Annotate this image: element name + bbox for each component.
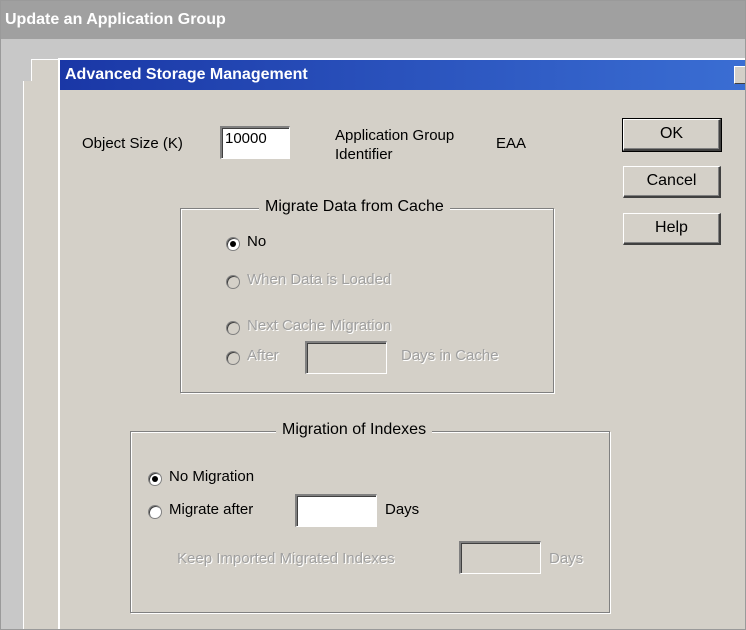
- app-group-identifier-label-line2: Identifier: [335, 146, 393, 163]
- radio-selected-dot: [152, 476, 158, 482]
- cancel-button[interactable]: Cancel: [623, 166, 721, 198]
- migration-indexes-title: Migration of Indexes: [276, 421, 433, 439]
- app-group-identifier-value: EAA: [496, 135, 527, 152]
- close-icon[interactable]: [734, 66, 745, 84]
- cache-when-loaded-label: When Data is Loaded: [247, 271, 392, 288]
- dialog-title-bar: Advanced Storage Management: [60, 60, 745, 90]
- advanced-storage-dialog: Advanced Storage Management Object Size …: [58, 58, 745, 629]
- migration-indexes-group: Migration of Indexes No Migration Migrat…: [130, 421, 610, 613]
- migrate-days-suffix: Days: [385, 501, 420, 518]
- keep-imported-label: Keep Imported Migrated Indexes: [177, 550, 395, 567]
- no-migration-label: No Migration: [169, 468, 255, 485]
- radio-cache-next-migration[interactable]: [226, 321, 240, 335]
- migrate-after-label: Migrate after: [169, 501, 254, 518]
- keep-days-value: [461, 543, 540, 547]
- cache-next-migration-label: Next Cache Migration: [247, 317, 392, 334]
- help-button[interactable]: Help: [623, 213, 721, 245]
- window-title: Update an Application Group: [1, 1, 745, 39]
- cache-after-label: After: [247, 347, 279, 364]
- radio-cache-when-loaded[interactable]: [226, 275, 240, 289]
- dialog-title: Advanced Storage Management: [65, 66, 308, 83]
- migrate-cache-group: Migrate Data from Cache No When Data is …: [180, 198, 554, 393]
- ok-button[interactable]: OK: [622, 118, 722, 152]
- object-size-value: 10000: [225, 130, 267, 147]
- object-size-input[interactable]: 10000: [220, 126, 290, 159]
- radio-cache-no[interactable]: [226, 237, 240, 251]
- cache-days-suffix: Days in Cache: [401, 347, 499, 364]
- window: Update an Application Group Advanced Sto…: [0, 0, 746, 630]
- cache-days-input[interactable]: [305, 341, 387, 374]
- object-size-label: Object Size (K): [82, 135, 183, 152]
- keep-days-input[interactable]: [459, 541, 541, 574]
- migrate-days-input[interactable]: [295, 494, 377, 527]
- radio-cache-after[interactable]: [226, 351, 240, 365]
- radio-selected-dot: [230, 241, 236, 247]
- radio-no-migration[interactable]: [148, 472, 162, 486]
- migrate-days-value: [297, 496, 376, 500]
- radio-migrate-after[interactable]: [148, 505, 162, 519]
- cache-no-label: No: [247, 233, 267, 250]
- migrate-cache-title: Migrate Data from Cache: [259, 198, 450, 216]
- app-group-identifier-label-line1: Application Group: [335, 127, 455, 144]
- keep-days-suffix: Days: [549, 550, 584, 567]
- cache-days-value: [307, 343, 386, 347]
